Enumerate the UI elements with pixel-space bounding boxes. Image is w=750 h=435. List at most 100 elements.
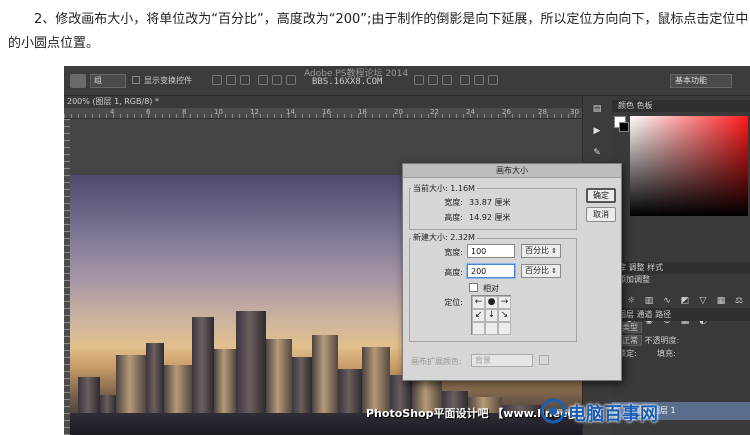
new-height-input[interactable] bbox=[467, 264, 515, 278]
height-unit-value: 百分比 bbox=[525, 266, 549, 275]
right-panels: 颜色 色板 库 调整 样式 添加调整 ☼ ▥ ∿ ◩ ▽ ▦ ⚖◧ ◉ ⊕ ▦ ◐ 图层 通道 路径… bbox=[612, 96, 750, 435]
cancel-button[interactable]: 取消 bbox=[586, 207, 616, 222]
ruler-tick: 22 bbox=[430, 108, 439, 116]
move-tool-icon[interactable] bbox=[70, 74, 86, 88]
3d-roll-icon[interactable] bbox=[474, 75, 484, 85]
new-size-label: 新建大小: 2.32M bbox=[411, 232, 477, 243]
curves-icon[interactable]: ∿ bbox=[661, 296, 673, 306]
height-unit-select[interactable]: 百分比 ⇕ bbox=[521, 264, 561, 278]
ruler-tick: 16 bbox=[322, 108, 331, 116]
color-picker-field[interactable] bbox=[630, 116, 748, 216]
ruler-tick: 10 bbox=[214, 108, 223, 116]
play-action-icon[interactable]: ▶ bbox=[591, 126, 603, 136]
layers-panel-tabs[interactable]: 图层 通道 路径 bbox=[612, 308, 750, 321]
current-width-label: 宽度: bbox=[444, 198, 463, 207]
history-icon[interactable]: ▤ bbox=[591, 104, 603, 114]
relative-label: 相对 bbox=[483, 284, 499, 293]
photoshop-window: 组 显示变换控件 Adobe PS教程论坛 2014 BBS.16XX8.COM… bbox=[64, 66, 750, 435]
align-middle-icon[interactable] bbox=[226, 75, 236, 85]
align-top-icon[interactable] bbox=[212, 75, 222, 85]
anchor-cell-middle-right[interactable]: ↘ bbox=[498, 309, 511, 322]
extension-color-label: 画布扩展颜色: bbox=[411, 357, 462, 366]
horizontal-ruler: 4 6 8 10 12 14 16 18 20 22 24 26 28 30 bbox=[64, 108, 582, 119]
ruler-tick: 30 bbox=[570, 108, 579, 116]
layer-filter-row: 类型 bbox=[612, 321, 750, 334]
extension-color-select[interactable]: 背景 bbox=[471, 354, 533, 367]
ruler-tick: 4 bbox=[110, 108, 115, 116]
ruler-tick: 20 bbox=[394, 108, 403, 116]
adjustments-panel-tabs[interactable]: 库 调整 样式 bbox=[612, 262, 750, 274]
workspace-switcher[interactable]: 基本功能 bbox=[670, 74, 732, 88]
ok-button[interactable]: 确定 bbox=[586, 188, 616, 203]
lock-row: 锁定: 填充: bbox=[612, 347, 750, 360]
new-width-label: 宽度: bbox=[444, 248, 463, 257]
show-transform-checkbox[interactable] bbox=[132, 76, 140, 84]
align-left-icon[interactable] bbox=[258, 75, 268, 85]
ruler-tick: 6 bbox=[146, 108, 151, 116]
instruction-line-2: 的小圆点位置。 bbox=[8, 36, 100, 51]
instruction-text: 2、修改画布大小，将单位改为“百分比”，高度改为“200”;由于制作的倒影是向下… bbox=[8, 8, 750, 56]
anchor-cell-bottom-left[interactable] bbox=[472, 322, 485, 335]
relative-checkbox[interactable] bbox=[469, 283, 478, 292]
anchor-cell-bottom-center[interactable] bbox=[485, 322, 498, 335]
forum-watermark: BBS.16XX8.COM bbox=[312, 77, 383, 87]
brand-logo-icon bbox=[540, 398, 566, 424]
layers-panel: 图层 通道 路径 类型 正常 不透明度: 锁定: 填充: bbox=[612, 308, 750, 360]
3d-rotate-icon[interactable] bbox=[460, 75, 470, 85]
anchor-cell-center[interactable]: ↓ bbox=[485, 309, 498, 322]
ruler-tick: 26 bbox=[502, 108, 511, 116]
anchor-cell-top-right[interactable]: → bbox=[498, 296, 511, 309]
anchor-grid: ← ● → ↙ ↓ ↘ bbox=[471, 295, 511, 335]
chevron-down-icon: ⇕ bbox=[551, 247, 557, 255]
align-right-icon[interactable] bbox=[286, 75, 296, 85]
instruction-line-1: 2、修改画布大小，将单位改为“百分比”，高度改为“200”;由于制作的倒影是向下… bbox=[34, 12, 749, 27]
distribute-top-icon[interactable] bbox=[414, 75, 424, 85]
new-height-label: 高度: bbox=[444, 268, 463, 277]
ruler-tick: 8 bbox=[182, 108, 187, 116]
align-bottom-icon[interactable] bbox=[240, 75, 250, 85]
ruler-tick: 18 bbox=[358, 108, 367, 116]
chevron-down-icon: ⇕ bbox=[551, 267, 557, 275]
ruler-tick: 28 bbox=[538, 108, 547, 116]
anchor-cell-bottom-right[interactable] bbox=[498, 322, 511, 335]
color-panel-tabs[interactable]: 颜色 色板 bbox=[612, 100, 750, 112]
auto-select-dropdown[interactable]: 组 bbox=[90, 74, 126, 88]
anchor-label: 定位: bbox=[444, 298, 463, 307]
hue-icon[interactable]: ▦ bbox=[715, 296, 727, 306]
brightness-icon[interactable]: ☼ bbox=[625, 296, 637, 306]
show-transform-label: 显示变换控件 bbox=[144, 76, 192, 85]
anchor-cell-top-center[interactable]: ● bbox=[485, 296, 498, 309]
distribute-bottom-icon[interactable] bbox=[442, 75, 452, 85]
current-size-label: 当前大小: 1.16M bbox=[411, 183, 477, 194]
3d-pan-icon[interactable] bbox=[488, 75, 498, 85]
add-adjustment-label: 添加调整 bbox=[618, 275, 650, 284]
ruler-tick: 24 bbox=[466, 108, 475, 116]
ruler-tick: 12 bbox=[250, 108, 259, 116]
background-color-swatch[interactable] bbox=[619, 122, 629, 132]
new-width-input[interactable] bbox=[467, 244, 515, 258]
width-unit-select[interactable]: 百分比 ⇕ bbox=[521, 244, 561, 258]
current-width-value: 33.87 厘米 bbox=[469, 198, 511, 207]
levels-icon[interactable]: ▥ bbox=[643, 296, 655, 306]
dialog-title: 画布大小 bbox=[403, 164, 621, 178]
document-tab[interactable]: 200% (图层 1, RGB/8) * bbox=[64, 96, 582, 108]
current-height-value: 14.92 厘米 bbox=[469, 213, 511, 222]
width-unit-value: 百分比 bbox=[525, 246, 549, 255]
balance-icon[interactable]: ⚖ bbox=[733, 296, 745, 306]
vibrance-icon[interactable]: ▽ bbox=[697, 296, 709, 306]
opacity-label: 不透明度: bbox=[644, 336, 680, 345]
current-height-label: 高度: bbox=[444, 213, 463, 222]
extension-color-swatch[interactable] bbox=[539, 355, 549, 365]
options-bar: 组 显示变换控件 Adobe PS教程论坛 2014 BBS.16XX8.COM… bbox=[64, 66, 750, 96]
anchor-cell-middle-left[interactable]: ↙ bbox=[472, 309, 485, 322]
anchor-cell-top-left[interactable]: ← bbox=[472, 296, 485, 309]
brand-watermark: 电脑百事网 bbox=[568, 404, 658, 425]
distribute-middle-icon[interactable] bbox=[428, 75, 438, 85]
blend-row: 正常 不透明度: bbox=[612, 334, 750, 347]
fill-label: 填充: bbox=[657, 349, 676, 358]
ruler-tick: 14 bbox=[286, 108, 295, 116]
canvas-size-dialog: 画布大小 当前大小: 1.16M 宽度: 33.87 厘米 高度: 14.92 … bbox=[402, 163, 622, 381]
brush-preset-icon[interactable]: ✎ bbox=[591, 148, 603, 158]
exposure-icon[interactable]: ◩ bbox=[679, 296, 691, 306]
align-center-icon[interactable] bbox=[272, 75, 282, 85]
